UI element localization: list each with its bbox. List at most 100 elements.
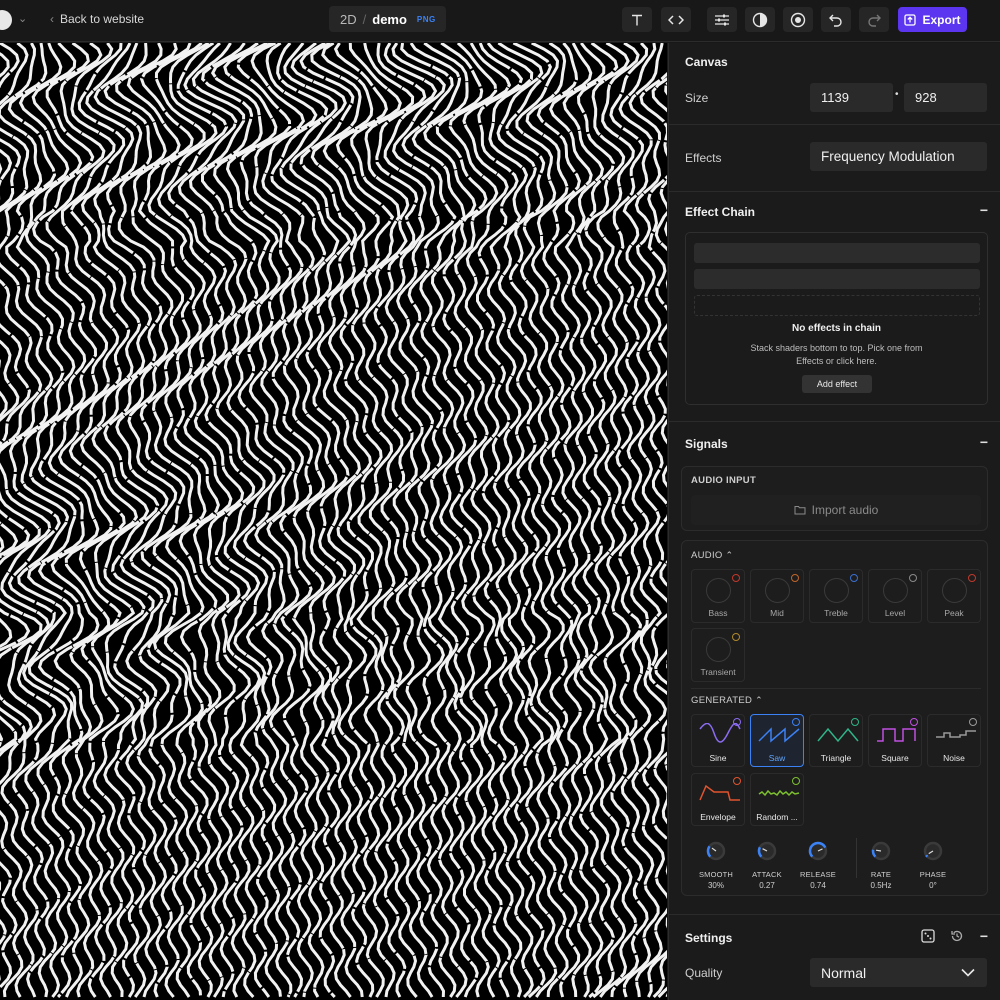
generator-random[interactable]: Random ... (750, 773, 804, 826)
status-dot[interactable] (850, 574, 858, 582)
audio-band-label: Treble (824, 608, 848, 618)
param-value: 0.74 (810, 881, 826, 890)
param-release[interactable]: RELEASE 0.74 (796, 840, 840, 890)
collapse-signals-button[interactable]: − (980, 434, 988, 450)
redo-icon (868, 14, 881, 27)
size-label: Size (685, 91, 709, 105)
audio-band-level[interactable]: Level (868, 569, 922, 623)
knob-icon (808, 841, 828, 861)
param-name: SMOOTH (698, 870, 734, 879)
chain-slot (694, 269, 980, 289)
signals-title: Signals (685, 437, 728, 451)
knob-icon (706, 578, 731, 603)
back-to-website-link[interactable]: ‹ Back to website (50, 12, 144, 26)
status-dot[interactable] (910, 718, 918, 726)
generator-label: Noise (943, 753, 965, 763)
app-logo-icon[interactable] (0, 10, 12, 30)
empty-chain-desc-1: Stack shaders bottom to top. Pick one fr… (750, 343, 923, 353)
param-value: 0.27 (759, 881, 775, 890)
generator-sine[interactable]: Sine (691, 714, 745, 767)
audio-heading[interactable]: AUDIO ⌃ (691, 550, 733, 561)
audio-title: AUDIO (691, 550, 723, 561)
knob-icon (942, 578, 967, 603)
redo-button[interactable] (859, 7, 889, 32)
generated-heading[interactable]: GENERATED ⌃ (691, 695, 763, 706)
sliders-icon (715, 14, 729, 25)
random-wave-icon (758, 789, 800, 797)
width-input[interactable]: 1139 (810, 83, 893, 112)
empty-chain-desc-2[interactable]: Effects or click here. (686, 356, 987, 366)
import-audio-button[interactable]: Import audio (691, 495, 981, 525)
envelope-wave-icon (699, 784, 740, 801)
param-rate[interactable]: RATE 0.5Hz (859, 840, 903, 890)
status-dot[interactable] (733, 777, 741, 785)
status-dot[interactable] (792, 718, 800, 726)
param-smooth[interactable]: SMOOTH 30% (694, 840, 738, 890)
export-button[interactable]: Export (898, 7, 967, 32)
file-mode: 2D (340, 11, 357, 27)
audio-band-treble[interactable]: Treble (809, 569, 863, 623)
status-dot[interactable] (733, 718, 741, 726)
status-dot[interactable] (909, 574, 917, 582)
generator-saw[interactable]: Saw (750, 714, 804, 767)
top-bar: ⌄ ‹ Back to website 2D / demo PNG Export (0, 0, 1000, 42)
knob-icon (824, 578, 849, 603)
record-button[interactable] (783, 7, 813, 32)
file-name-pill[interactable]: 2D / demo PNG (329, 6, 446, 32)
status-dot[interactable] (851, 718, 859, 726)
add-effect-button[interactable]: Add effect (802, 375, 872, 393)
quality-label: Quality (685, 966, 723, 980)
effects-select[interactable]: Frequency Modulation (810, 142, 987, 171)
generator-square[interactable]: Square (868, 714, 922, 767)
code-button[interactable] (661, 7, 691, 32)
generator-envelope[interactable]: Envelope (691, 773, 745, 826)
status-dot[interactable] (968, 574, 976, 582)
audio-band-label: Transient (700, 667, 736, 677)
height-input[interactable]: 928 (904, 83, 987, 112)
audio-band-label: Peak (944, 608, 964, 618)
param-phase[interactable]: PHASE 0° (911, 840, 955, 890)
sine-wave-icon (699, 723, 741, 743)
generator-label: Triangle (820, 753, 852, 763)
collapse-settings-button[interactable]: − (980, 928, 988, 944)
size-separator: • (895, 89, 899, 100)
divider (691, 688, 981, 689)
chevron-down-icon (961, 968, 975, 977)
param-value: 0.5Hz (870, 881, 892, 890)
effect-chain-title: Effect Chain (685, 205, 756, 219)
effects-label: Effects (685, 151, 722, 165)
param-value: 30% (707, 881, 724, 890)
audio-band-transient[interactable]: Transient (691, 628, 745, 682)
record-icon (790, 12, 806, 27)
chevron-down-icon[interactable]: ⌄ (18, 12, 27, 25)
chevron-up-icon: ⌃ (755, 695, 763, 705)
square-wave-icon (877, 728, 916, 742)
collapse-effect-chain-button[interactable]: − (980, 202, 988, 218)
generator-noise[interactable]: Noise (927, 714, 981, 767)
status-dot[interactable] (732, 633, 740, 641)
frequency-modulation-preview (0, 43, 667, 999)
param-name: ATTACK (752, 870, 782, 879)
status-dot[interactable] (791, 574, 799, 582)
text-tool-button[interactable] (622, 7, 652, 32)
contrast-button[interactable] (745, 7, 775, 32)
audio-band-mid[interactable]: Mid (750, 569, 804, 623)
render-canvas[interactable] (0, 43, 667, 1000)
reset-history-icon[interactable] (950, 929, 964, 943)
audio-band-bass[interactable]: Bass (691, 569, 745, 623)
param-attack[interactable]: ATTACK 0.27 (745, 840, 789, 890)
quality-select[interactable]: Normal (810, 958, 987, 987)
audio-band-peak[interactable]: Peak (927, 569, 981, 623)
generator-label: Sine (709, 753, 727, 763)
undo-button[interactable] (821, 7, 851, 32)
generator-triangle[interactable]: Triangle (809, 714, 863, 767)
audio-input-card: AUDIO INPUT Import audio (681, 466, 988, 531)
adjustments-button[interactable] (707, 7, 737, 32)
chain-drop-slot[interactable] (694, 295, 980, 316)
status-dot[interactable] (969, 718, 977, 726)
effect-chain-dropzone[interactable]: No effects in chain Stack shaders bottom… (685, 232, 988, 405)
triangle-wave-icon (817, 727, 859, 743)
status-dot[interactable] (792, 777, 800, 785)
status-dot[interactable] (732, 574, 740, 582)
dice-icon[interactable] (921, 929, 935, 943)
